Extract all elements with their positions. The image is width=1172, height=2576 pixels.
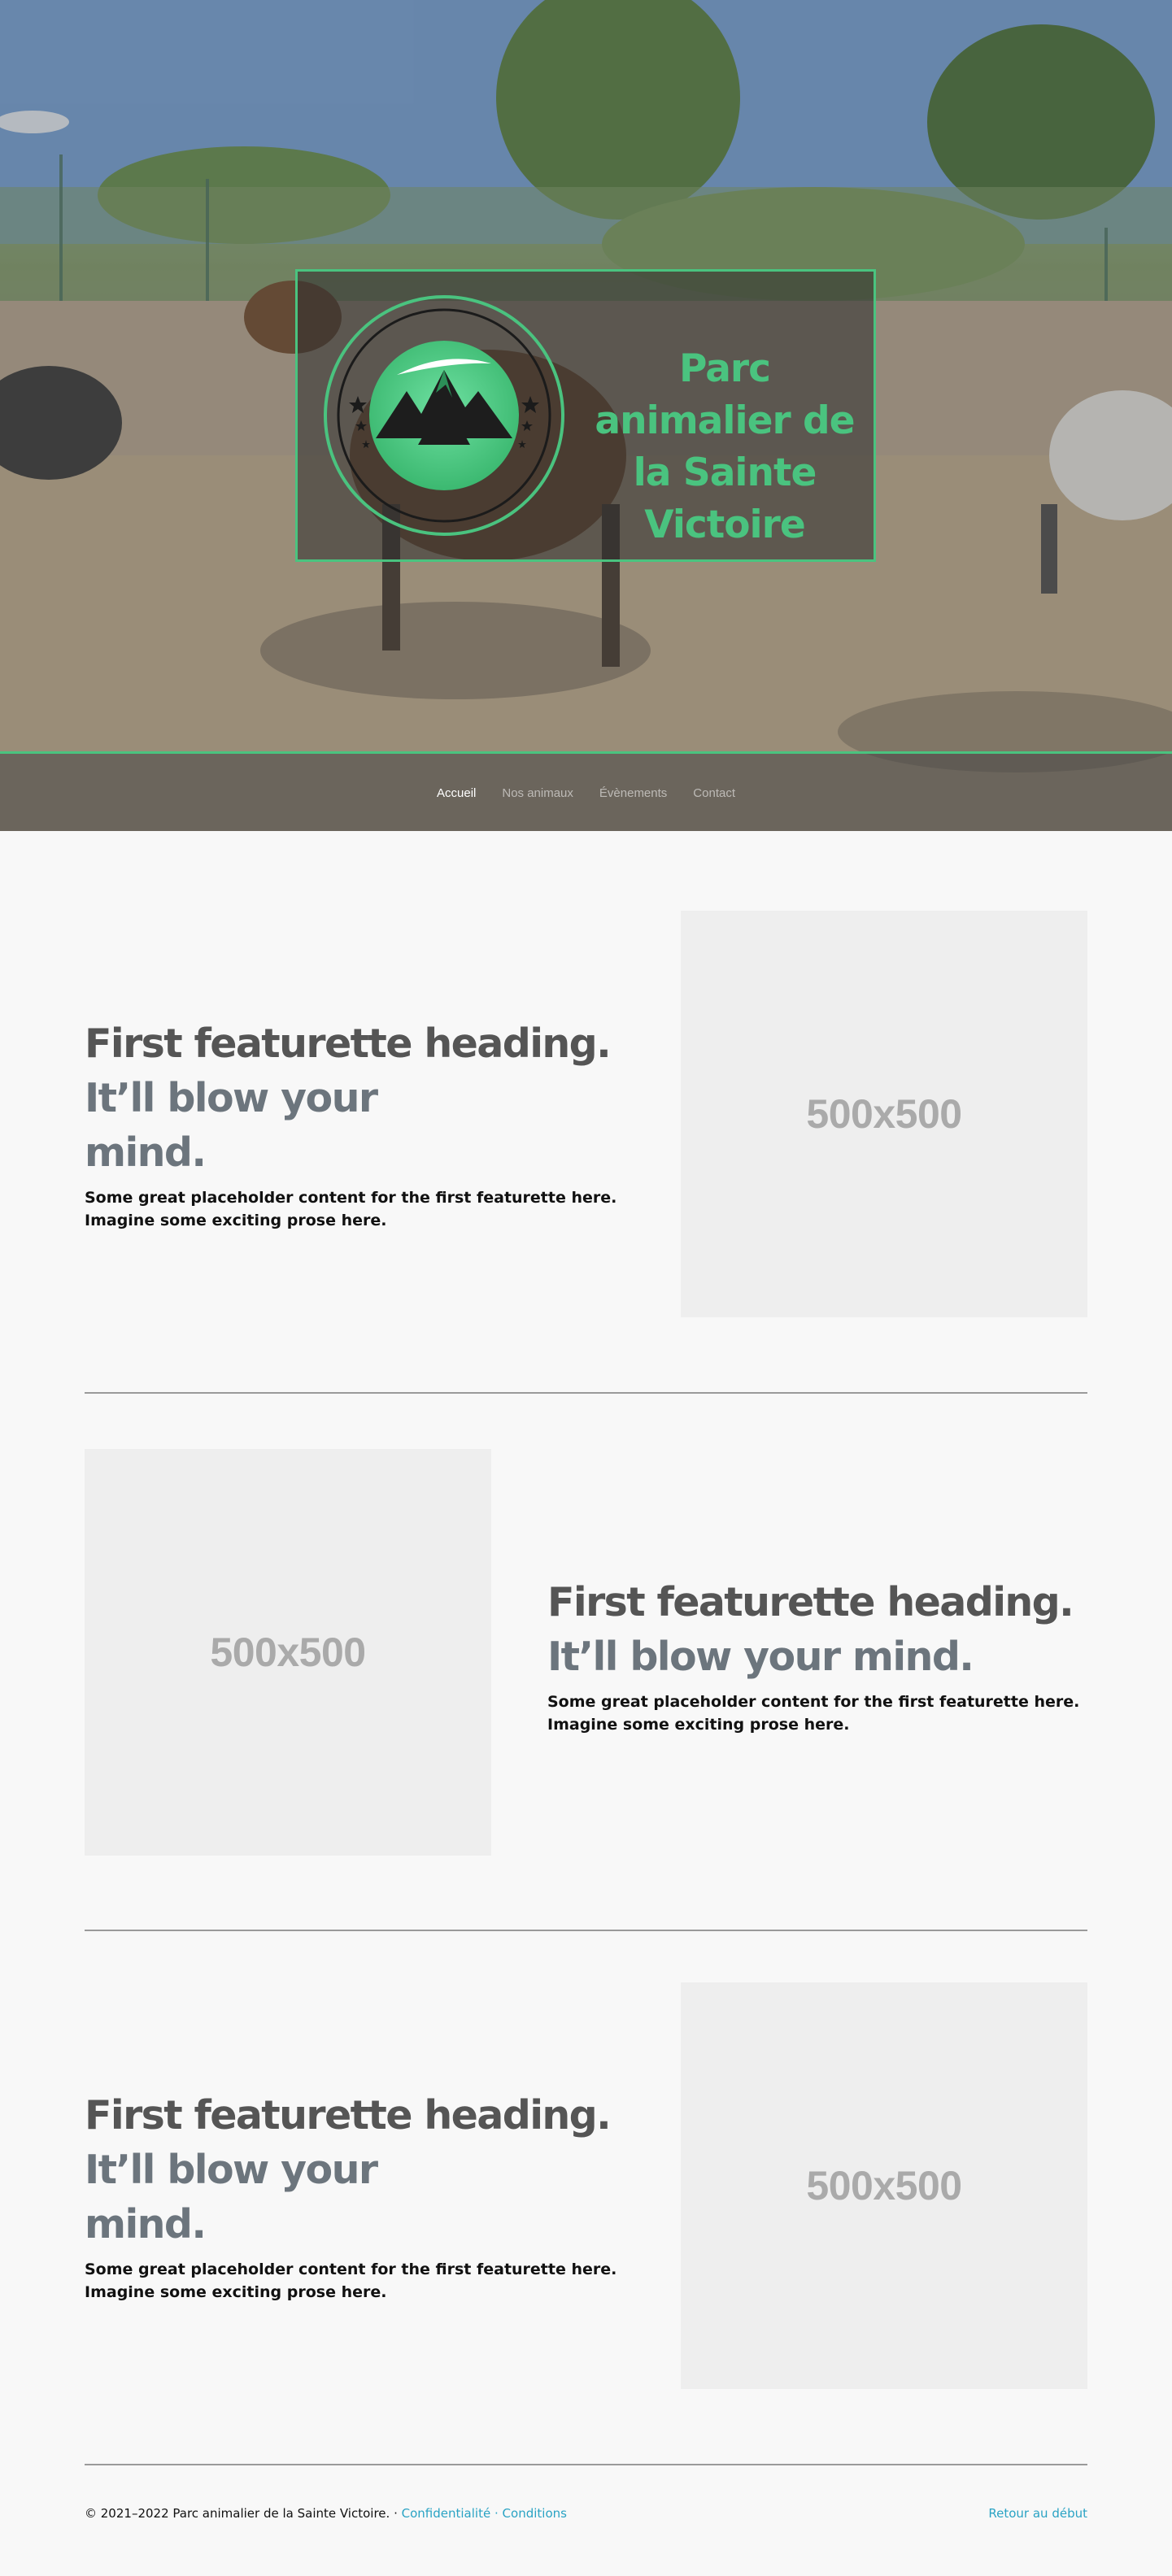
footer-separator-2: · bbox=[494, 2506, 499, 2521]
footer-copyright: © 2021–2022 Parc animalier de la Sainte … bbox=[85, 2506, 390, 2521]
footer-right: Retour au début bbox=[988, 2506, 1087, 2521]
nav-link-contact[interactable]: Contact bbox=[680, 786, 748, 800]
mountain-logo-icon bbox=[324, 295, 564, 536]
featurette-2-heading-muted: It’ll blow your mind. bbox=[547, 1634, 974, 1680]
footer-terms-link[interactable]: Conditions bbox=[503, 2506, 567, 2521]
brand-title: Parc animalier de la Sainte Victoire bbox=[595, 346, 855, 547]
footer-privacy-link[interactable]: Confidentialité bbox=[402, 2506, 491, 2521]
featurette-3-lead: Some great placeholder content for the f… bbox=[85, 2261, 617, 2301]
featurette-2-heading-main: First featurette heading. bbox=[547, 1579, 1074, 1625]
back-to-top-link[interactable]: Retour au début bbox=[988, 2506, 1087, 2521]
featurette-1-heading-muted: It’ll blow your mind. bbox=[85, 1075, 378, 1176]
featurette-divider-1 bbox=[85, 1392, 1087, 1394]
featurette-3-image-label: 500x500 bbox=[806, 2163, 962, 2208]
nav-item-animaux: Nos animaux bbox=[489, 786, 586, 800]
featurette-3: First featurette heading. It’ll blow you… bbox=[85, 1982, 1087, 2389]
featurette-3-text: First featurette heading. It’ll blow you… bbox=[85, 2088, 654, 2304]
featurette-1-image-label: 500x500 bbox=[806, 1091, 962, 1137]
featurette-1: First featurette heading. It’ll blow you… bbox=[85, 911, 1087, 1317]
featurette-1-image: 500x500 bbox=[681, 911, 1087, 1317]
featurette-3-heading: First featurette heading. It’ll blow you… bbox=[85, 2088, 654, 2252]
featurette-2-text: First featurette heading. It’ll blow you… bbox=[547, 1575, 1087, 1736]
hero-banner: Parc animalier de la Sainte Victoire Acc… bbox=[0, 0, 1172, 831]
featurette-3-heading-main: First featurette heading. bbox=[85, 2092, 612, 2139]
featurette-1-heading: First featurette heading. It’ll blow you… bbox=[85, 1016, 654, 1180]
brand-panel: Parc animalier de la Sainte Victoire bbox=[295, 269, 876, 562]
featurette-3-heading-muted: It’ll blow your mind. bbox=[85, 2147, 378, 2247]
featurette-1-lead: Some great placeholder content for the f… bbox=[85, 1189, 617, 1229]
featurette-2-lead: Some great placeholder content for the f… bbox=[547, 1693, 1080, 1734]
nav-item-accueil: Accueil bbox=[424, 786, 489, 800]
nav-link-evenements[interactable]: Évènements bbox=[586, 786, 680, 800]
featurette-2: 500x500 First featurette heading. It’ll … bbox=[85, 1449, 1087, 1856]
featurette-2-image-label: 500x500 bbox=[210, 1630, 366, 1675]
footer-separator-1: · bbox=[394, 2506, 398, 2521]
featurette-3-image: 500x500 bbox=[681, 1982, 1087, 2389]
footer-left: © 2021–2022 Parc animalier de la Sainte … bbox=[85, 2506, 567, 2521]
featurette-divider-2 bbox=[85, 1930, 1087, 1931]
main-navbar: Accueil Nos animaux Évènements Contact bbox=[0, 751, 1172, 831]
featurette-2-heading: First featurette heading. It’ll blow you… bbox=[547, 1575, 1087, 1684]
featurette-2-image: 500x500 bbox=[85, 1449, 491, 1856]
featurette-1-text: First featurette heading. It’ll blow you… bbox=[85, 1016, 654, 1232]
featurette-1-heading-main: First featurette heading. bbox=[85, 1020, 612, 1067]
footer-divider bbox=[85, 2464, 1087, 2465]
nav-item-contact: Contact bbox=[680, 786, 748, 800]
page-footer: © 2021–2022 Parc animalier de la Sainte … bbox=[85, 2506, 1087, 2530]
nav-item-evenements: Évènements bbox=[586, 786, 680, 800]
nav-link-animaux[interactable]: Nos animaux bbox=[489, 786, 586, 800]
nav-link-accueil[interactable]: Accueil bbox=[424, 786, 489, 800]
nav-list: Accueil Nos animaux Évènements Contact bbox=[0, 786, 1172, 800]
